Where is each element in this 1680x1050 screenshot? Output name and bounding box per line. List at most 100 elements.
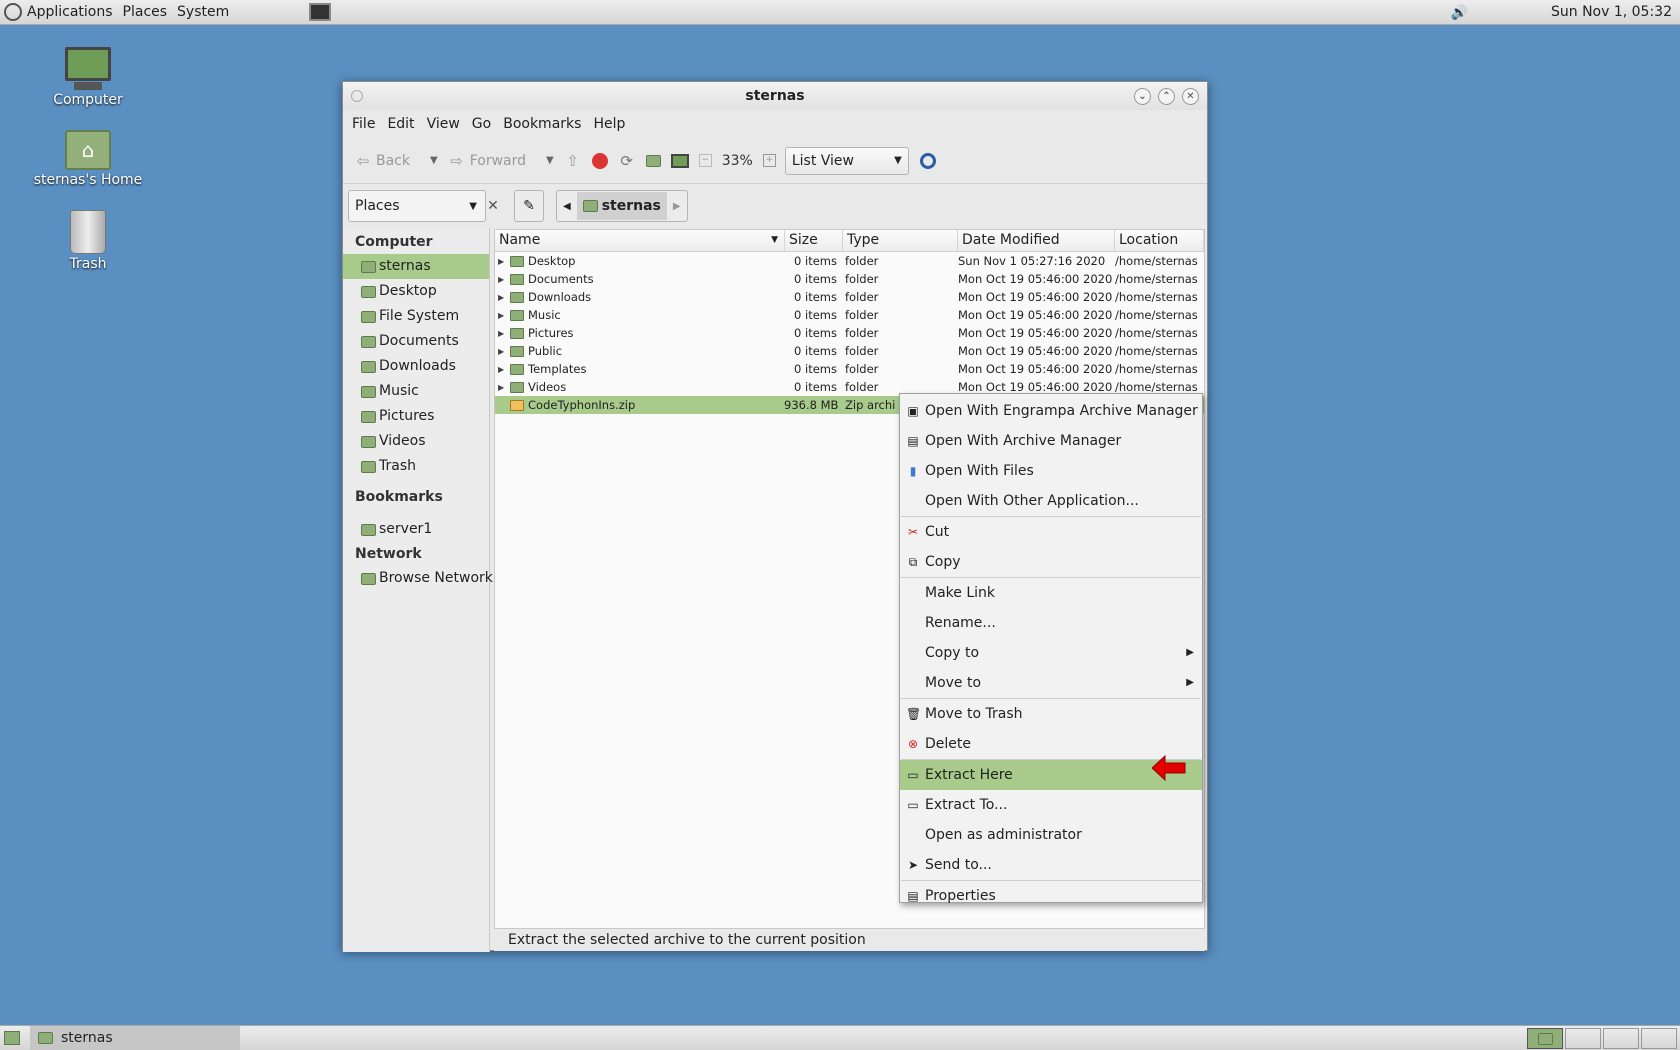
menu-item-move-to[interactable]: Move to ▶ <box>900 668 1202 698</box>
expand-triangle-icon[interactable]: ▶ <box>498 275 506 284</box>
menu-view[interactable]: View <box>421 116 466 132</box>
menu-item-cut[interactable]: ✂ Cut <box>900 517 1202 547</box>
show-desktop-icon[interactable] <box>4 1031 20 1045</box>
sidebar-item-pictures[interactable]: Pictures <box>343 404 489 429</box>
menu-item-open-with-engrampa-archive-manager[interactable]: ▣ Open With Engrampa Archive Manager <box>900 396 1202 426</box>
close-sidebar-icon[interactable]: ✕ <box>484 198 502 214</box>
status-bar: Extract the selected archive to the curr… <box>494 929 1205 951</box>
up-button[interactable]: ⇧ <box>559 146 587 176</box>
forward-button[interactable]: ⇨ Forward ▼ <box>443 146 559 176</box>
terminal-launcher-icon[interactable] <box>309 3 332 21</box>
back-dropdown-icon[interactable]: ▼ <box>430 155 438 166</box>
menu-item-open-with-files[interactable]: ▮ Open With Files <box>900 456 1202 486</box>
expand-triangle-icon[interactable]: ▶ <box>498 383 506 392</box>
breadcrumb-right-icon[interactable]: ▶ <box>673 201 681 212</box>
menu-file[interactable]: File <box>346 116 381 132</box>
window-titlebar[interactable]: sternas ⌄ ⌃ ✕ <box>343 82 1207 110</box>
stop-button[interactable] <box>587 146 613 176</box>
menu-item-open-with-archive-manager[interactable]: ▤ Open With Archive Manager <box>900 426 1202 456</box>
file-row[interactable]: ▶ Public 0 items folder Mon Oct 19 05:46:00 … <box>495 342 1204 360</box>
expand-triangle-icon[interactable]: ▶ <box>498 257 506 266</box>
column-type[interactable]: Type <box>843 230 958 251</box>
menu-item-copy-to[interactable]: Copy to ▶ <box>900 638 1202 668</box>
edit-location-button[interactable]: ✎ <box>514 190 544 222</box>
mate-logo-icon[interactable] <box>4 3 22 21</box>
file-row[interactable]: ▶ Desktop 0 items folder Sun Nov 1 05:27:16 … <box>495 252 1204 270</box>
desktop-icon-computer[interactable]: Computer <box>23 47 153 108</box>
menu-item-extract-to[interactable]: ▭ Extract To... <box>900 790 1202 820</box>
zoom-out-button[interactable]: − <box>694 146 717 176</box>
view-mode-select[interactable]: List View ▼ <box>784 146 909 175</box>
menu-item-make-link[interactable]: Make Link <box>900 578 1202 608</box>
expand-triangle-icon[interactable]: ▶ <box>498 329 506 338</box>
menu-item-open-with-other-application[interactable]: Open With Other Application... <box>900 486 1202 516</box>
workspace-1[interactable] <box>1527 1028 1563 1049</box>
window-menu-icon[interactable] <box>351 90 363 102</box>
zoom-level[interactable]: 33% <box>717 146 758 176</box>
computer-button[interactable] <box>666 146 694 176</box>
sidebar-item-downloads[interactable]: Downloads <box>343 354 489 379</box>
close-icon[interactable]: ✕ <box>1182 88 1199 105</box>
expand-triangle-icon[interactable]: ▶ <box>498 365 506 374</box>
menu-item-open-as-administrator[interactable]: Open as administrator <box>900 820 1202 850</box>
menu-edit[interactable]: Edit <box>381 116 420 132</box>
column-size[interactable]: Size <box>785 230 843 251</box>
sidebar-item-music[interactable]: Music <box>343 379 489 404</box>
reload-button[interactable]: ⟳ <box>613 146 641 176</box>
menu-item-move-to-trash[interactable]: 🗑 Move to Trash <box>900 699 1202 729</box>
sidebar-item-file-system[interactable]: File System <box>343 304 489 329</box>
sidebar-item-server1[interactable]: server1 <box>343 517 489 542</box>
column-location[interactable]: Location <box>1115 230 1204 251</box>
forward-dropdown-icon[interactable]: ▼ <box>546 155 554 166</box>
expand-triangle-icon[interactable]: ▶ <box>498 293 506 302</box>
applications-menu[interactable]: Applications <box>22 0 118 25</box>
workspace-3[interactable] <box>1603 1028 1639 1049</box>
zoom-in-button[interactable]: + <box>758 146 781 176</box>
desktop-icon-home[interactable]: ⌂ sternas's Home <box>23 130 153 188</box>
workspace-4[interactable] <box>1641 1028 1677 1049</box>
menu-item-rename[interactable]: Rename... <box>900 608 1202 638</box>
menu-item-properties[interactable]: ▤ Properties <box>900 881 1202 911</box>
clock[interactable]: Sun Nov 1, 05:32 <box>1551 0 1672 25</box>
menu-bookmarks[interactable]: Bookmarks <box>497 116 587 132</box>
file-row[interactable]: ▶ Music 0 items folder Mon Oct 19 05:46:00 2… <box>495 306 1204 324</box>
column-name-label: Name <box>499 232 541 248</box>
menu-item-label: Open With Other Application... <box>925 493 1139 509</box>
menu-item-send-to[interactable]: ➤ Send to... <box>900 850 1202 880</box>
file-row[interactable]: ▶ Downloads 0 items folder Mon Oct 19 05:46:… <box>495 288 1204 306</box>
expand-triangle-icon[interactable]: ▶ <box>498 311 506 320</box>
menu-help[interactable]: Help <box>587 116 631 132</box>
workspace-2[interactable] <box>1565 1028 1601 1049</box>
maximize-icon[interactable]: ⌃ <box>1158 88 1175 105</box>
menu-go[interactable]: Go <box>466 116 497 132</box>
expand-triangle-icon[interactable]: ▶ <box>498 347 506 356</box>
breadcrumb-home[interactable]: sternas <box>576 192 667 220</box>
minimize-icon[interactable]: ⌄ <box>1134 88 1151 105</box>
breadcrumb-left-icon[interactable]: ◀ <box>563 201 571 212</box>
sidebar-item-sternas[interactable]: sternas <box>343 254 489 279</box>
file-row[interactable]: ▶ Documents 0 items folder Mon Oct 19 05:46:… <box>495 270 1204 288</box>
search-button[interactable] <box>909 146 941 176</box>
sidebar-item-videos[interactable]: Videos <box>343 429 489 454</box>
sidebar-item-browse-network[interactable]: Browse Network <box>343 566 493 591</box>
system-menu[interactable]: System <box>172 0 234 25</box>
places-menu[interactable]: Places <box>118 0 173 25</box>
file-name-cell: ▶ Documents <box>495 272 784 286</box>
sidebar-item-label: File System <box>379 308 460 324</box>
sidebar-item-documents[interactable]: Documents <box>343 329 489 354</box>
menu-item-copy[interactable]: ⧉ Copy <box>900 547 1202 577</box>
properties-icon: ▤ <box>907 889 919 903</box>
column-name[interactable]: Name ▼ <box>495 230 785 251</box>
sidebar-type-select[interactable]: Places ▼ <box>348 190 486 222</box>
volume-icon[interactable]: 🔊 <box>1451 5 1468 21</box>
home-button[interactable] <box>641 146 666 176</box>
sidebar-item-desktop[interactable]: Desktop <box>343 279 489 304</box>
folder-icon <box>510 363 524 375</box>
taskbar-button-sternas[interactable]: sternas <box>30 1026 240 1050</box>
back-button[interactable]: ⇦ Back ▼ <box>349 146 443 176</box>
file-row[interactable]: ▶ Templates 0 items folder Mon Oct 19 05:46:… <box>495 360 1204 378</box>
desktop-icon-trash[interactable]: Trash <box>23 210 153 272</box>
file-row[interactable]: ▶ Pictures 0 items folder Mon Oct 19 05:46:0… <box>495 324 1204 342</box>
sidebar-item-trash[interactable]: Trash <box>343 454 489 479</box>
column-date[interactable]: Date Modified <box>958 230 1115 251</box>
